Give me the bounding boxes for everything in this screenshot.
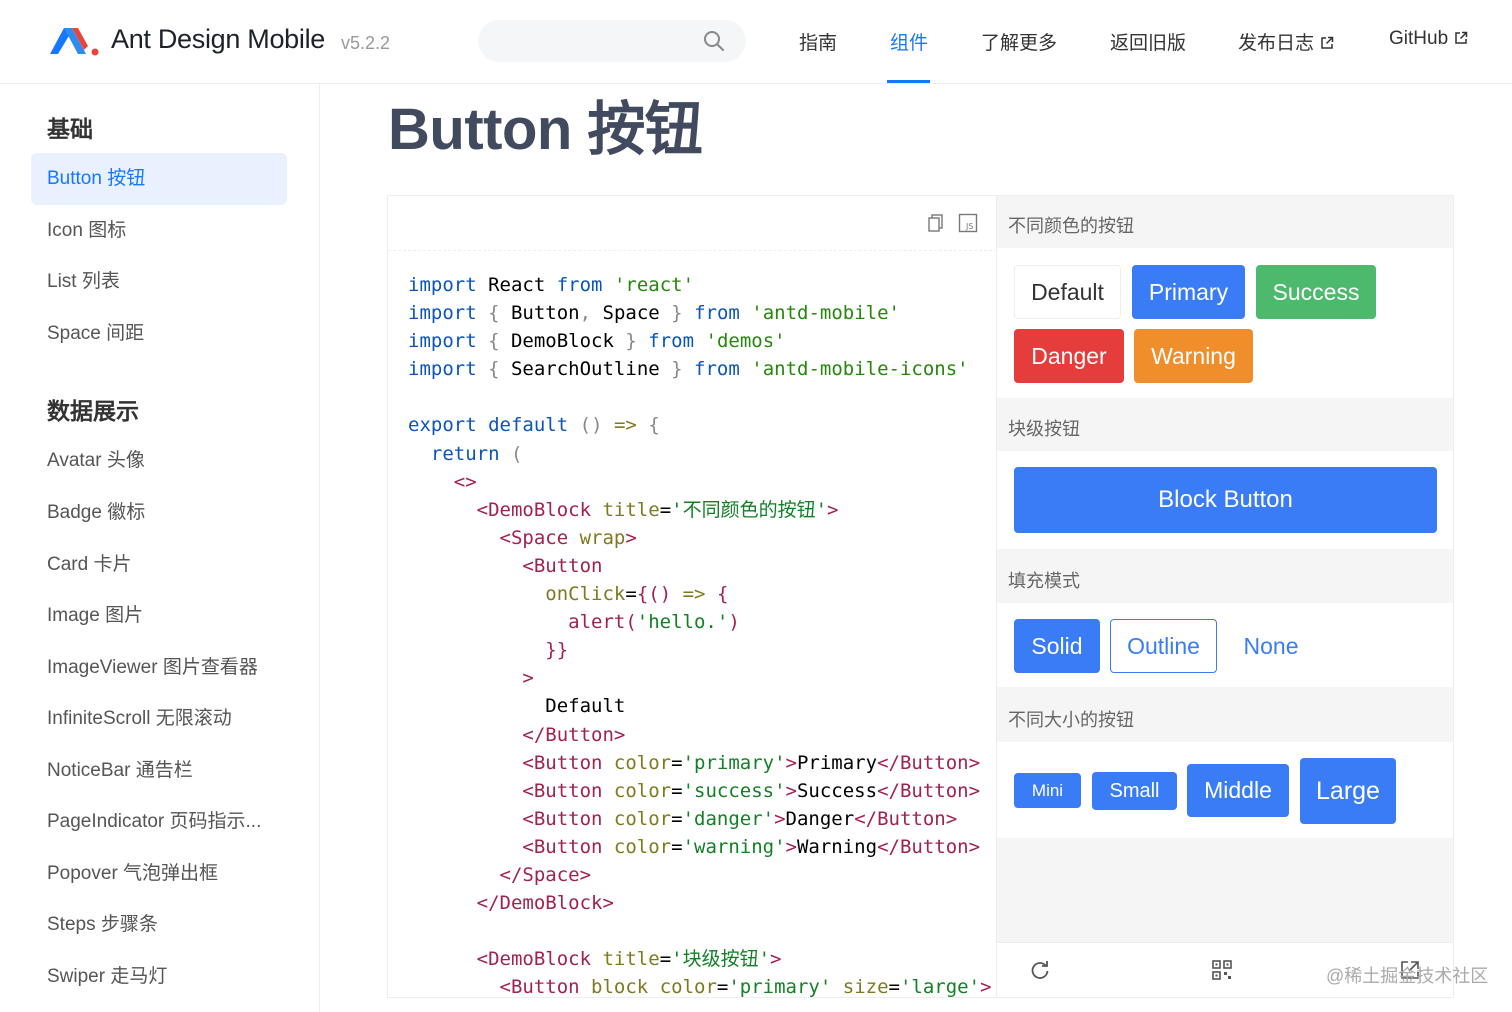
sidebar-item-badge[interactable]: Badge 徽标 <box>31 487 287 539</box>
section-title-colors: 不同颜色的按钮 <box>1008 216 1134 236</box>
sidebar: 基础 Button 按钮 Icon 图标 List 列表 Space 间距 数据… <box>0 84 320 1012</box>
nav-changelog[interactable]: 发布日志 <box>1238 28 1334 55</box>
nav-changelog-label: 发布日志 <box>1238 33 1315 54</box>
section-body-block: Block Button <box>997 451 1453 549</box>
ant-design-logo-icon[interactable] <box>48 22 100 58</box>
section-body-sizes: Mini Small Middle Large <box>997 742 1453 838</box>
section-title-sizes: 不同大小的按钮 <box>1008 710 1134 730</box>
sidebar-item-image[interactable]: Image 图片 <box>31 590 287 642</box>
mini-button[interactable]: Mini <box>1014 773 1081 808</box>
code-pane[interactable]: JS import React from 'react' import { Bu… <box>388 196 997 997</box>
none-fill-button[interactable]: None <box>1227 619 1315 673</box>
open-in-js-icon[interactable]: JS <box>958 213 978 233</box>
section-title-block: 块级按钮 <box>1008 419 1080 439</box>
default-button[interactable]: Default <box>1014 265 1121 319</box>
nav-github-label: GitHub <box>1389 28 1449 49</box>
sidebar-item-pageindicator[interactable]: PageIndicator 页码指示... <box>31 796 287 848</box>
warning-button[interactable]: Warning <box>1134 329 1253 383</box>
block-button[interactable]: Block Button <box>1014 467 1437 533</box>
external-link-icon <box>1321 36 1334 49</box>
large-button[interactable]: Large <box>1300 758 1396 824</box>
section-body-colors: Default Primary Success Danger Warning <box>997 248 1453 398</box>
sidebar-item-list[interactable]: List 列表 <box>31 256 287 308</box>
qrcode-icon[interactable] <box>1211 959 1233 981</box>
demo-block: JS import React from 'react' import { Bu… <box>387 195 1454 998</box>
sidebar-item-card[interactable]: Card 卡片 <box>31 539 287 591</box>
section-body-fill: Solid Outline None <box>997 603 1453 687</box>
outline-button[interactable]: Outline <box>1110 619 1217 673</box>
section-title-fill: 填充模式 <box>1008 571 1080 591</box>
code-toolbar: JS <box>388 196 996 251</box>
version-label: v5.2.2 <box>341 33 391 53</box>
success-button[interactable]: Success <box>1256 265 1376 319</box>
nav-learn-more[interactable]: 了解更多 <box>981 28 1057 55</box>
sidebar-group-data-display: 数据展示 <box>47 398 139 424</box>
sidebar-item-noticebar[interactable]: NoticeBar 通告栏 <box>31 745 287 797</box>
brand-name[interactable]: Ant Design Mobile <box>111 24 325 55</box>
sidebar-item-imageviewer[interactable]: ImageViewer 图片查看器 <box>31 642 287 694</box>
preview-pane: 不同颜色的按钮 Default Primary Success Danger W… <box>997 196 1453 997</box>
middle-button[interactable]: Middle <box>1187 764 1289 817</box>
solid-button[interactable]: Solid <box>1014 619 1100 673</box>
nav-legacy-version[interactable]: 返回旧版 <box>1110 28 1186 55</box>
sidebar-item-infinitescroll[interactable]: InfiniteScroll 无限滚动 <box>31 693 287 745</box>
primary-button[interactable]: Primary <box>1132 265 1245 319</box>
page-title: Button 按钮 <box>388 97 703 162</box>
sidebar-item-steps[interactable]: Steps 步骤条 <box>31 899 287 951</box>
external-link-icon <box>1455 31 1468 44</box>
top-header: Ant Design Mobile v5.2.2 指南 组件 了解更多 返回旧版… <box>0 0 1512 84</box>
search-icon <box>704 31 724 51</box>
sidebar-group-basic: 基础 <box>47 116 93 142</box>
sidebar-item-avatar[interactable]: Avatar 头像 <box>31 435 287 487</box>
nav-github[interactable]: GitHub <box>1389 28 1468 50</box>
code-sample: import React from 'react' import { Butto… <box>408 274 992 997</box>
nav-components[interactable]: 组件 <box>890 28 928 55</box>
sidebar-item-icon[interactable]: Icon 图标 <box>31 205 287 257</box>
search-input[interactable] <box>478 20 746 62</box>
nav-guide[interactable]: 指南 <box>799 28 837 55</box>
small-button[interactable]: Small <box>1092 772 1177 810</box>
sidebar-item-popover[interactable]: Popover 气泡弹出框 <box>31 848 287 900</box>
copy-icon[interactable] <box>926 213 946 233</box>
watermark: @稀土掘金技术社区 <box>1326 966 1489 986</box>
nav-active-indicator <box>887 80 930 83</box>
svg-text:JS: JS <box>965 222 973 231</box>
sidebar-item-button[interactable]: Button 按钮 <box>31 153 287 205</box>
reload-icon[interactable] <box>1029 959 1051 981</box>
sidebar-item-space[interactable]: Space 间距 <box>31 308 287 360</box>
sidebar-item-swiper[interactable]: Swiper 走马灯 <box>31 951 287 1003</box>
danger-button[interactable]: Danger <box>1014 329 1124 383</box>
